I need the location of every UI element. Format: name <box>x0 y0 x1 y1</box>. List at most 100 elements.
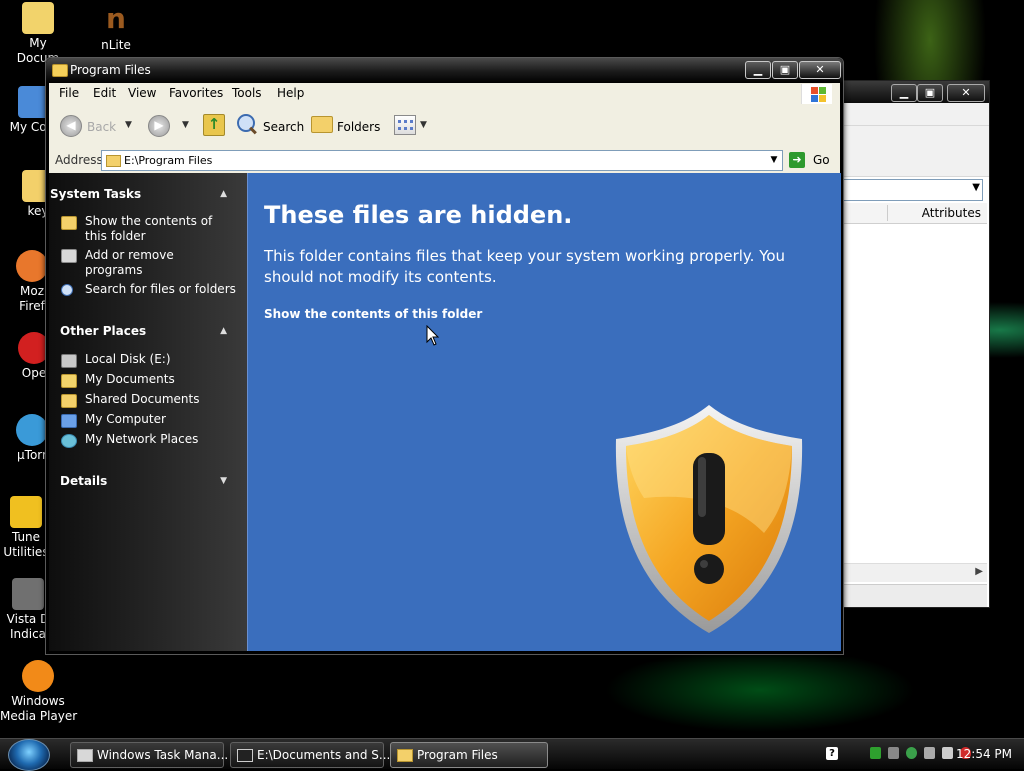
background-window[interactable]: ▁ ▣ ✕ ▼ Attributes ▶ <box>840 80 990 608</box>
desktop-icon-windows-media-player[interactable]: Windows Media Player <box>0 660 78 724</box>
address-label: Address <box>55 153 103 167</box>
menu-help[interactable]: Help <box>277 86 304 100</box>
media-player-icon <box>22 660 54 692</box>
place-my-computer[interactable]: My Computer <box>85 412 166 427</box>
tray-volume-icon[interactable] <box>942 747 953 759</box>
place-local-disk[interactable]: Local Disk (E:) <box>85 352 171 367</box>
nlite-icon: n <box>106 2 126 35</box>
system-tasks-header[interactable]: System Tasks <box>50 187 141 201</box>
system-tray: 12:54 PM <box>856 739 1024 769</box>
place-my-documents[interactable]: My Documents <box>85 372 175 387</box>
task-manager-icon <box>77 749 93 762</box>
close-button[interactable]: ✕ <box>947 84 985 102</box>
desktop-icon-label: µTorr <box>17 448 47 462</box>
search-icon[interactable] <box>237 114 255 132</box>
place-shared-documents[interactable]: Shared Documents <box>85 392 199 407</box>
desktop-icon-label: Windows Media Player <box>0 694 78 723</box>
minimize-button[interactable]: ▁ <box>891 84 917 102</box>
address-value[interactable]: E:\Program Files <box>124 154 212 167</box>
my-computer-icon <box>61 414 77 428</box>
tray-network-icon[interactable] <box>924 747 935 759</box>
desktop-icon-label: nLite <box>101 38 131 52</box>
taskbar-item-program-files[interactable]: Program Files <box>390 742 548 768</box>
start-button[interactable] <box>8 739 50 771</box>
column-header-attributes[interactable]: Attributes <box>922 206 981 220</box>
folder-icon <box>397 749 413 762</box>
up-folder-icon[interactable]: ↑ <box>203 114 225 136</box>
place-my-network-places[interactable]: My Network Places <box>85 432 198 447</box>
menu-view[interactable]: View <box>128 86 156 100</box>
hidden-files-panel: These files are hidden. This folder cont… <box>247 173 841 651</box>
taskbar-item-documents[interactable]: E:\Documents and S... <box>230 742 390 768</box>
horizontal-scrollbar[interactable]: ▶ <box>841 563 987 582</box>
search-button-label[interactable]: Search <box>263 120 304 134</box>
views-icon[interactable] <box>394 115 416 135</box>
desktop-icon-label: Ope <box>21 366 47 380</box>
taskbar: Windows Task Mana... E:\Documents and S.… <box>0 738 1024 771</box>
background-window-menubar <box>841 103 989 126</box>
maximize-button[interactable]: ▣ <box>917 84 943 102</box>
desktop-icon-nlite[interactable]: n nLite <box>78 4 154 53</box>
go-arrow-icon: ➜ <box>789 152 805 168</box>
collapse-icon[interactable]: ▲ <box>220 189 227 199</box>
taskbar-item-label: E:\Documents and S... <box>257 748 391 762</box>
help-icon[interactable]: ? <box>826 747 838 760</box>
folders-icon[interactable] <box>311 116 333 133</box>
menu-file[interactable]: File <box>59 86 79 100</box>
forward-dropdown-icon[interactable]: ▼ <box>182 120 189 130</box>
other-places-header[interactable]: Other Places <box>60 324 146 338</box>
menu-favorites[interactable]: Favorites <box>169 86 223 100</box>
mouse-cursor-icon <box>426 325 440 346</box>
address-input[interactable]: E:\Program Files ▼ <box>101 150 783 171</box>
network-places-icon <box>61 434 77 448</box>
task-add-remove-programs[interactable]: Add or remove programs <box>85 248 174 278</box>
toolbar: ◀ Back ▼ ▶ ▼ ↑ Search Folders ▼ <box>49 105 840 148</box>
explorer-window: Program Files ▁ ▣ ✕ File Edit View Favor… <box>45 57 844 655</box>
back-button-label[interactable]: Back <box>87 120 116 134</box>
forward-arrow-icon[interactable]: ▶ <box>148 115 170 137</box>
task-pane: System Tasks ▲ Show the contents of this… <box>49 173 247 651</box>
taskbar-item-label: Program Files <box>417 748 498 762</box>
go-button-label: Go <box>813 153 830 167</box>
drive-icon <box>12 578 44 610</box>
views-dropdown-icon[interactable]: ▼ <box>420 120 427 130</box>
window-titlebar[interactable]: Program Files ▁ ▣ ✕ <box>46 58 843 83</box>
maximize-button[interactable]: ▣ <box>772 61 798 79</box>
tray-monitor-icon[interactable] <box>888 747 899 759</box>
desktop: My Docum n nLite My Com key Moz Firef Op… <box>0 0 1024 738</box>
background-window-statusbar <box>841 584 987 607</box>
window-title: Program Files <box>70 63 151 77</box>
back-arrow-icon[interactable]: ◀ <box>60 115 82 137</box>
task-show-contents[interactable]: Show the contents of this folder <box>85 214 212 244</box>
background-window-combo[interactable]: ▼ <box>841 179 983 201</box>
clock[interactable]: 12:54 PM <box>956 747 1012 761</box>
menu-edit[interactable]: Edit <box>93 86 116 100</box>
task-search-files[interactable]: Search for files or folders <box>85 282 236 297</box>
firefox-icon <box>16 250 48 282</box>
close-button[interactable]: ✕ <box>799 61 841 79</box>
back-dropdown-icon[interactable]: ▼ <box>125 120 132 130</box>
windows-logo-icon <box>801 84 832 104</box>
scroll-right-icon[interactable]: ▶ <box>975 566 983 577</box>
expand-icon[interactable]: ▼ <box>220 476 227 486</box>
address-bar: Address E:\Program Files ▼ ➜ Go <box>49 147 840 174</box>
chevron-down-icon[interactable]: ▼ <box>766 151 782 170</box>
show-contents-link[interactable]: Show the contents of this folder <box>264 307 482 321</box>
search-icon <box>61 284 73 296</box>
collapse-icon[interactable]: ▲ <box>220 326 227 336</box>
details-header[interactable]: Details <box>60 474 107 488</box>
go-button[interactable]: ➜ Go <box>789 150 837 170</box>
column-divider <box>887 205 888 221</box>
hidden-files-heading: These files are hidden. <box>264 201 573 229</box>
folder-view-icon <box>61 216 77 230</box>
folders-button-label[interactable]: Folders <box>337 120 380 134</box>
taskbar-item-task-manager[interactable]: Windows Task Mana... <box>70 742 228 768</box>
tray-sync-icon[interactable] <box>906 747 917 759</box>
shared-documents-icon <box>61 394 77 408</box>
chevron-down-icon[interactable]: ▼ <box>972 182 980 193</box>
tray-green-icon[interactable] <box>870 747 881 759</box>
my-documents-icon <box>61 374 77 388</box>
minimize-button[interactable]: ▁ <box>745 61 771 79</box>
menu-tools[interactable]: Tools <box>232 86 262 100</box>
background-window-titlebar[interactable]: ▁ ▣ ✕ <box>841 81 989 103</box>
